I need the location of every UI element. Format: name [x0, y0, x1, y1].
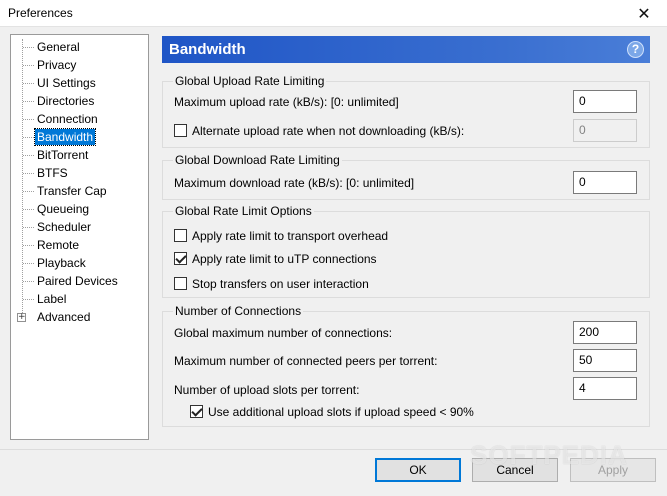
tree-item-remote[interactable]: Remote — [35, 237, 81, 253]
tree-item-queueing[interactable]: Queueing — [35, 201, 91, 217]
tree-item-ui-settings[interactable]: UI Settings — [35, 75, 98, 91]
tree-item-privacy[interactable]: Privacy — [35, 57, 78, 73]
tree-item-advanced[interactable]: Advanced — [35, 309, 92, 325]
download-group-legend: Global Download Rate Limiting — [173, 153, 342, 167]
panel-header: Bandwidth ? — [162, 36, 650, 63]
tree-guide-line — [23, 65, 34, 66]
cancel-button[interactable]: Cancel — [472, 458, 558, 482]
upload-slots-label: Number of upload slots per torrent: — [174, 383, 360, 397]
tree-item-label[interactable]: Label — [35, 291, 68, 307]
utp-connections-checkbox[interactable] — [174, 252, 187, 265]
title-bar: Preferences ✕ — [0, 0, 667, 27]
window-title: Preferences — [8, 6, 73, 20]
footer-divider — [0, 449, 667, 450]
additional-slots-checkbox[interactable] — [190, 405, 203, 418]
ok-button[interactable]: OK — [375, 458, 461, 482]
download-rate-group: Global Download Rate Limiting Maximum do… — [162, 153, 650, 200]
tree-item-connection[interactable]: Connection — [35, 111, 100, 127]
tree-guide-line — [23, 101, 34, 102]
apply-button[interactable]: Apply — [570, 458, 656, 482]
alternate-upload-input[interactable]: 0 — [573, 119, 637, 142]
panel-title: Bandwidth — [169, 41, 246, 58]
tree-guide-line — [23, 263, 34, 264]
utp-connections-label: Apply rate limit to uTP connections — [192, 252, 377, 266]
tree-item-general[interactable]: General — [35, 39, 82, 55]
upload-group-legend: Global Upload Rate Limiting — [173, 74, 327, 88]
tree-item-transfer-cap[interactable]: Transfer Cap — [35, 183, 109, 199]
tree-guide-line — [23, 47, 34, 48]
alternate-upload-checkbox[interactable] — [174, 124, 187, 137]
max-download-input[interactable]: 0 — [573, 171, 637, 194]
connections-group-legend: Number of Connections — [173, 304, 304, 318]
tree-guide-line — [23, 209, 34, 210]
tree-guide-line — [23, 299, 34, 300]
max-download-label: Maximum download rate (kB/s): [0: unlimi… — [174, 176, 415, 190]
transport-overhead-label: Apply rate limit to transport overhead — [192, 229, 389, 243]
tree-item-bittorrent[interactable]: BitTorrent — [35, 147, 90, 163]
tree-guide-line — [23, 119, 34, 120]
tree-guide-line — [23, 245, 34, 246]
tree-guide-line — [23, 137, 34, 138]
tree-item-playback[interactable]: Playback — [35, 255, 88, 271]
transport-overhead-checkbox[interactable] — [174, 229, 187, 242]
peers-per-torrent-input[interactable]: 50 — [573, 349, 637, 372]
tree-guide-line — [23, 155, 34, 156]
tree-item-btfs[interactable]: BTFS — [35, 165, 70, 181]
upload-rate-group: Global Upload Rate Limiting Maximum uplo… — [162, 74, 650, 148]
category-tree[interactable]: + General Privacy UI Settings Directories Co… — [10, 34, 149, 440]
tree-guide-line — [22, 39, 23, 317]
tree-guide-line — [23, 83, 34, 84]
tree-item-paired-devices[interactable]: Paired Devices — [35, 273, 120, 289]
upload-slots-input[interactable]: 4 — [573, 377, 637, 400]
connections-group: Number of Connections Global maximum num… — [162, 304, 650, 427]
options-group-legend: Global Rate Limit Options — [173, 204, 314, 218]
help-icon[interactable]: ? — [627, 41, 644, 58]
tree-guide-line — [23, 191, 34, 192]
additional-slots-label: Use additional upload slots if upload sp… — [208, 405, 474, 419]
tree-item-directories[interactable]: Directories — [35, 93, 96, 109]
tree-guide-line — [23, 173, 34, 174]
tree-item-bandwidth[interactable]: Bandwidth — [33, 128, 97, 146]
global-connections-label: Global maximum number of connections: — [174, 326, 393, 340]
close-icon[interactable]: ✕ — [621, 0, 667, 27]
peers-per-torrent-label: Maximum number of connected peers per to… — [174, 354, 438, 368]
max-upload-input[interactable]: 0 — [573, 90, 637, 113]
max-upload-label: Maximum upload rate (kB/s): [0: unlimite… — [174, 95, 399, 109]
stop-transfers-label: Stop transfers on user interaction — [192, 277, 369, 291]
rate-options-group: Global Rate Limit Options Apply rate lim… — [162, 204, 650, 298]
stop-transfers-checkbox[interactable] — [174, 277, 187, 290]
expand-plus-icon[interactable]: + — [17, 313, 26, 322]
tree-guide-line — [23, 281, 34, 282]
alternate-upload-label: Alternate upload rate when not downloadi… — [192, 124, 465, 138]
tree-item-scheduler[interactable]: Scheduler — [35, 219, 93, 235]
global-connections-input[interactable]: 200 — [573, 321, 637, 344]
tree-guide-line — [23, 227, 34, 228]
